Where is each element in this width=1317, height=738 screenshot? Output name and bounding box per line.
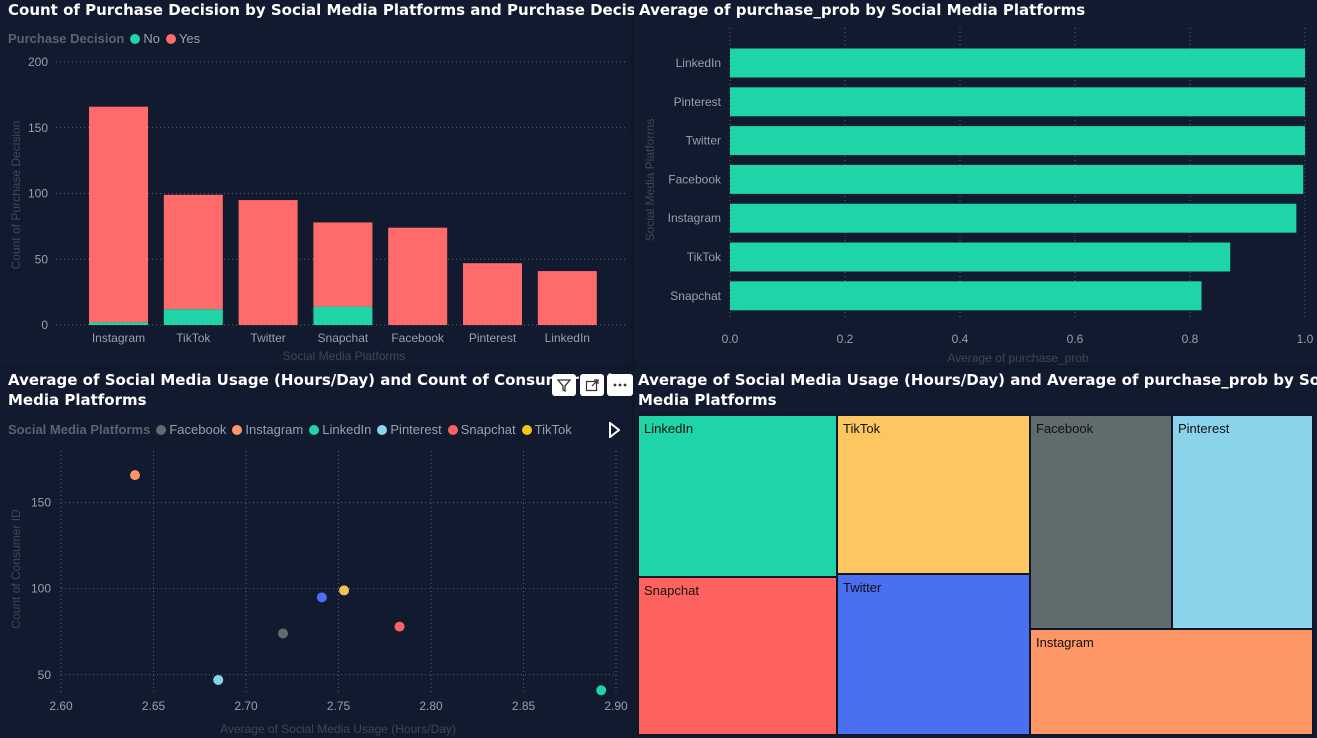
x-tick-label: 0.2 — [837, 332, 854, 346]
y-tick-label: Facebook — [668, 172, 722, 186]
y-tick-label: Twitter — [686, 134, 721, 148]
more-options-icon[interactable] — [607, 374, 633, 396]
treemap-label: Snapchat — [644, 583, 699, 598]
x-tick-label: 2.70 — [234, 699, 258, 713]
bar-instagram — [730, 203, 1297, 233]
y-tick-label: 150 — [28, 121, 48, 135]
x-tick-label: 2.60 — [49, 699, 73, 713]
x-tick-label: 2.65 — [142, 699, 166, 713]
x-tick-label: 2.85 — [512, 699, 536, 713]
x-tick-label: Pinterest — [469, 331, 517, 345]
y-tick-label: LinkedIn — [676, 56, 721, 70]
filter-icon[interactable] — [552, 374, 576, 396]
y-tick-label: Instagram — [668, 211, 721, 225]
y-tick-label: Snapchat — [670, 289, 721, 303]
horizontal-bar-chart-panel[interactable]: Average of purchase_prob by Social Media… — [634, 0, 1317, 366]
treemap-cell-pinterest[interactable]: Pinterest — [1172, 415, 1313, 629]
x-axis-label: Average of purchase_prob — [947, 351, 1089, 365]
treemap-cell-linkedin[interactable]: LinkedIn — [638, 415, 837, 577]
focus-mode-icon[interactable] — [580, 374, 604, 396]
point-tiktok — [339, 585, 350, 596]
x-tick-label: Facebook — [391, 331, 445, 345]
point-twitter — [316, 592, 327, 603]
point-facebook — [278, 628, 288, 639]
bar-tiktok — [730, 242, 1231, 272]
bar-no-instagram — [89, 322, 148, 325]
treemap-cell-instagram[interactable]: Instagram — [1030, 629, 1313, 735]
bar-twitter — [730, 126, 1305, 156]
y-tick-label: 0 — [41, 318, 48, 332]
bar-yes-tiktok — [163, 194, 223, 310]
treemap-cell-facebook[interactable]: Facebook — [1030, 415, 1172, 629]
treemap-label: TikTok — [843, 421, 881, 436]
x-tick-label: 0.8 — [1182, 332, 1199, 346]
scatter-chart-panel[interactable]: Average of Social Media Usage (Hours/Day… — [0, 369, 631, 738]
treemap-cell-twitter[interactable]: Twitter — [837, 574, 1030, 735]
x-tick-label: 1.0 — [1297, 332, 1314, 346]
treemap-label: LinkedIn — [644, 421, 694, 436]
bar-no-tiktok — [163, 309, 223, 325]
treemap-label: Instagram — [1036, 635, 1094, 650]
y-axis-label: Count of Consumer ID — [9, 509, 23, 629]
treemap: LinkedIn Snapchat TikTok Twitter Faceboo… — [638, 415, 1313, 735]
y-tick-label: TikTok — [687, 250, 722, 264]
scatter-chart: Count of Consumer ID Average of Social M… — [9, 451, 628, 736]
treemap-cell-snapchat[interactable]: Snapchat — [638, 577, 837, 735]
treemap-panel[interactable]: Average of Social Media Usage (Hours/Day… — [634, 369, 1317, 738]
x-tick-label: 0.0 — [722, 332, 739, 346]
bar-snapchat — [730, 281, 1202, 311]
stacked-bar-chart-panel[interactable]: Count of Purchase Decision by Social Med… — [0, 0, 662, 366]
panel-title-line1: Average of Social Media Usage (Hours/Day… — [638, 371, 1317, 389]
bar-yes-linkedin — [537, 271, 597, 325]
y-axis-label: Social Media Platforms — [643, 119, 657, 242]
y-tick-label: 100 — [28, 187, 48, 201]
x-tick-label: LinkedIn — [545, 331, 590, 345]
point-instagram — [130, 470, 140, 481]
y-tick-label: 100 — [31, 582, 51, 596]
x-tick-label: 0.4 — [952, 332, 969, 346]
bar-yes-instagram — [89, 106, 148, 323]
y-tick-label: 50 — [35, 252, 49, 266]
x-tick-label: 2.75 — [327, 699, 351, 713]
bar-yes-pinterest — [463, 263, 522, 325]
x-tick-label: 2.90 — [604, 699, 628, 713]
y-tick-label: 50 — [38, 668, 52, 682]
x-tick-label: Snapchat — [318, 331, 369, 345]
y-tick-label: 200 — [28, 55, 48, 69]
y-tick-label: Pinterest — [674, 95, 722, 109]
horizontal-bar-chart: Social Media Platforms Average of purcha… — [643, 28, 1314, 365]
treemap-cell-tiktok[interactable]: TikTok — [837, 415, 1030, 574]
y-axis-label: Count of Purchase Decision — [9, 121, 23, 270]
x-tick-label: Twitter — [250, 331, 285, 345]
bar-yes-facebook — [388, 227, 448, 325]
bar-facebook — [730, 164, 1304, 194]
x-tick-label: TikTok — [176, 331, 211, 345]
bar-pinterest — [730, 87, 1305, 117]
x-axis-label: Average of Social Media Usage (Hours/Day… — [220, 722, 456, 736]
treemap-label: Facebook — [1036, 421, 1094, 436]
treemap-label: Twitter — [843, 580, 882, 595]
treemap-label: Pinterest — [1178, 421, 1230, 436]
bar-linkedin — [730, 48, 1305, 78]
bar-no-snapchat — [313, 306, 373, 325]
x-tick-label: 2.80 — [419, 699, 443, 713]
point-linkedin — [596, 685, 607, 696]
bar-yes-snapchat — [313, 222, 373, 307]
stacked-bar-chart: Count of Purchase Decision Social Media … — [9, 55, 628, 363]
x-tick-label: Instagram — [92, 331, 145, 345]
y-tick-label: 150 — [31, 496, 51, 510]
point-snapchat — [394, 621, 405, 632]
x-axis-label: Social Media Platforms — [283, 349, 406, 363]
panel-title-line2: Media Platforms — [638, 391, 777, 409]
bar-yes-twitter — [238, 200, 298, 325]
x-tick-label: 0.6 — [1067, 332, 1084, 346]
point-pinterest — [213, 674, 224, 685]
